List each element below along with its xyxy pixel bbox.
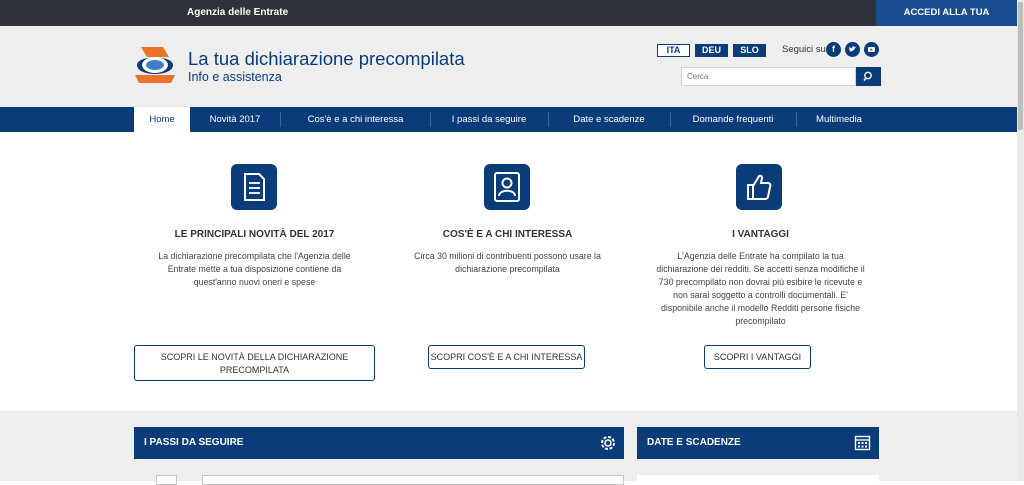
step-content-box [202,475,624,485]
facebook-icon[interactable]: f [826,42,841,57]
nav-item-passi[interactable]: I passi da seguire [434,107,544,132]
search-input[interactable] [681,67,856,86]
nav-divider [670,112,671,127]
search-button[interactable] [856,67,881,86]
search-icon [863,71,872,81]
agency-logo-icon[interactable] [133,43,177,85]
steps-panel-header: I PASSI DA SEGUIRE [134,427,624,459]
feature-title-novita: LE PRINCIPALI NOVITÀ DEL 2017 [174,229,335,240]
nav-divider [280,112,281,127]
access-wrapper: ACCEDI ALLA TUA PRECOMPILATA [876,0,1017,44]
nav-divider [796,112,797,127]
language-ita-button[interactable]: ITA [657,44,690,57]
site-header: La tua dichiarazione precompilata Info e… [0,26,1017,107]
feature-text-novita: La dichiarazione precompilata che l'Agen… [158,251,351,287]
feature-novita[interactable] [231,164,277,210]
feature-title-cos-e: COS'È E A CHI INTERESSA [442,229,573,240]
youtube-icon[interactable] [864,42,879,57]
nav-item-multimedia[interactable]: Multimedia [800,107,878,132]
discover-cos-e-button[interactable]: SCOPRI COS'È E A CHI INTERESSA [428,345,585,369]
site-subtitle: Info e assistenza [188,70,282,84]
nav-divider [430,112,431,127]
top-bar: Agenzia delle Entrate [0,0,1017,26]
scrollbar[interactable] [1017,0,1024,481]
user-icon [494,172,520,202]
calendar-icon[interactable] [854,434,871,451]
nav-item-home[interactable]: Home [134,107,190,132]
nav-item-date-scadenze[interactable]: Date e scadenze [552,107,666,132]
dates-content-box [637,475,879,485]
feature-text-vantaggi: L'Agenzia delle Entrate ha compilato la … [656,251,865,326]
follow-label: Seguici su [782,44,826,55]
site-title[interactable]: La tua dichiarazione precompilata [188,48,465,70]
access-precompiled-button[interactable]: ACCEDI ALLA TUA PRECOMPILATA [876,0,1017,44]
main-nav: Home Novità 2017 Cos'è e a chi interessa… [0,107,1017,132]
feature-text-cos-e: Circa 30 milioni di contribuenti possono… [414,251,601,274]
feature-title-vantaggi: I VANTAGGI [732,229,789,240]
nav-item-novita-2017[interactable]: Novità 2017 [193,107,277,132]
discover-vantaggi-button[interactable]: SCOPRI I VANTAGGI [704,345,811,369]
nav-item-cos-e[interactable]: Cos'è e a chi interessa [284,107,427,132]
twitter-icon[interactable] [845,42,860,57]
step-number-box [156,475,177,485]
discover-novita-button[interactable]: SCOPRI LE NOVITÀ DELLA DICHIARAZIONE PRE… [134,345,375,381]
dates-panel-header: DATE E SCADENZE [637,427,879,459]
feature-cos-e[interactable] [484,164,530,210]
dates-panel-title: DATE E SCADENZE [647,437,741,448]
feature-vantaggi[interactable] [736,164,782,210]
document-icon [244,173,265,201]
nav-divider [548,112,549,127]
nav-item-domande[interactable]: Domande frequenti [674,107,792,132]
agency-link[interactable]: Agenzia delle Entrate [187,7,288,18]
thumbs-up-icon [747,174,772,200]
language-deu-button[interactable]: DEU [695,44,728,57]
scrollbar-thumb[interactable] [1018,2,1023,130]
gear-icon[interactable] [598,433,618,453]
steps-panel-title: I PASSI DA SEGUIRE [144,437,244,448]
language-slo-button[interactable]: SLO [733,44,766,57]
